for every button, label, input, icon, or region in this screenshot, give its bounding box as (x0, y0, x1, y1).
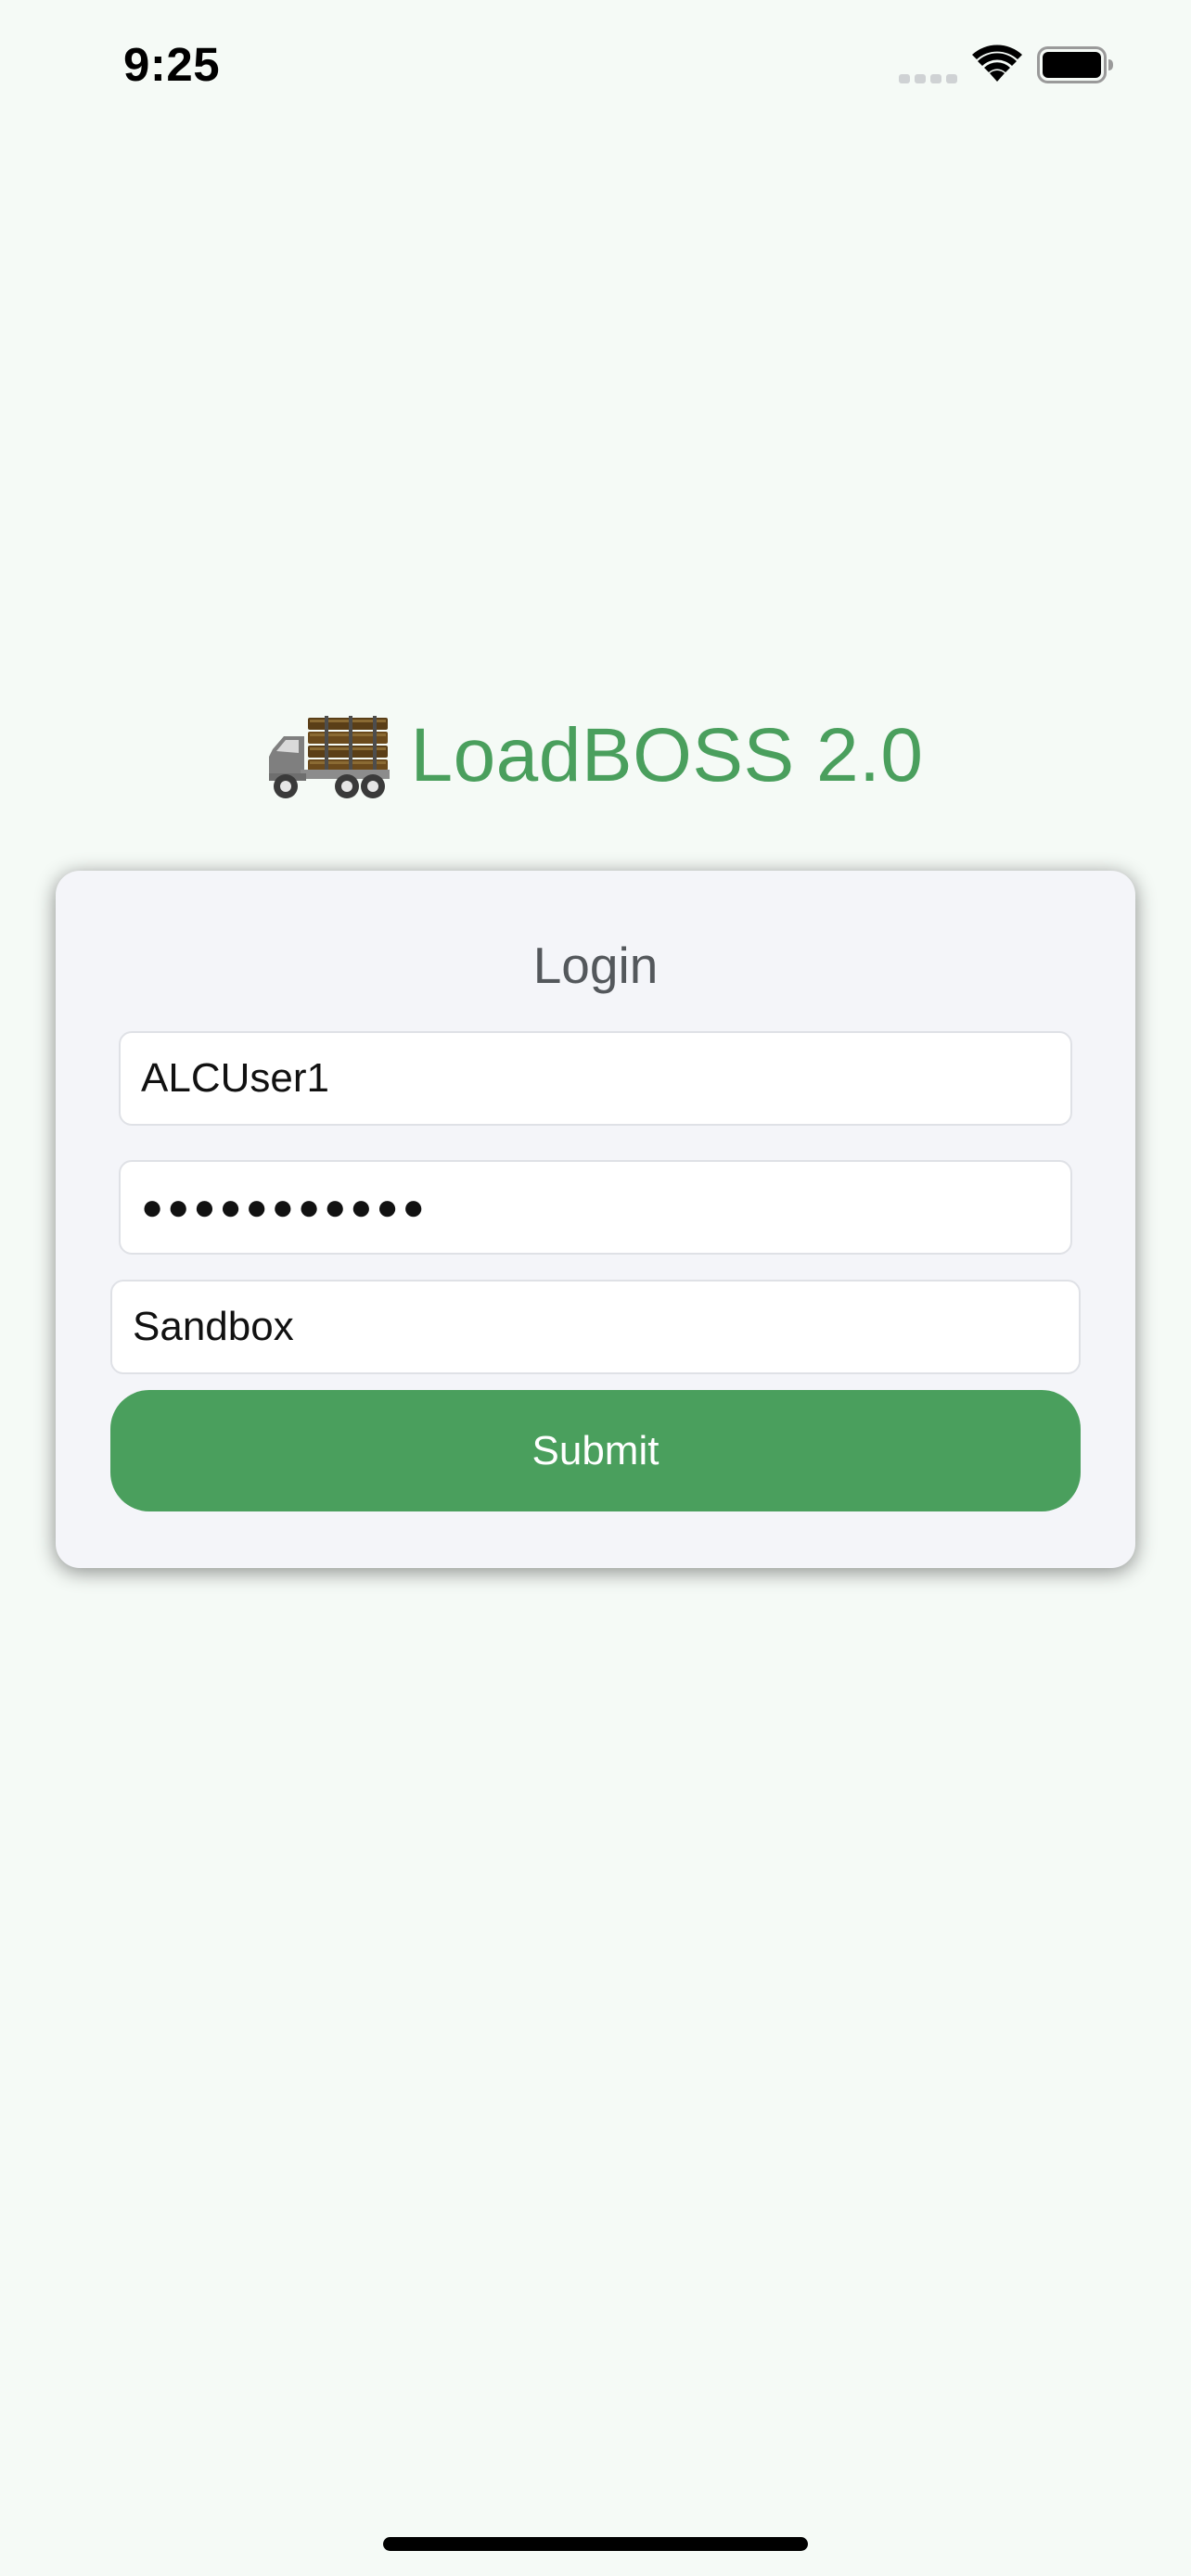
login-heading: Login (532, 937, 659, 994)
username-input[interactable]: ALCUser1 (119, 1031, 1072, 1126)
password-input[interactable]: ●●●●●●●●●●● (119, 1160, 1072, 1255)
wifi-icon (972, 45, 1022, 82)
login-card: Login ALCUser1 ●●●●●●●●●●● Sandbox Submi… (56, 871, 1135, 1568)
home-indicator[interactable] (383, 2537, 808, 2551)
submit-button[interactable]: Submit (110, 1390, 1081, 1511)
password-value: ●●●●●●●●●●● (141, 1186, 429, 1228)
environment-value: Sandbox (133, 1304, 294, 1349)
app-title: LoadBOSS 2.0 (410, 713, 924, 797)
logging-truck-icon (269, 716, 391, 798)
username-value: ALCUser1 (141, 1055, 329, 1101)
cellular-signal-icon (899, 74, 957, 83)
environment-select[interactable]: Sandbox (110, 1280, 1081, 1374)
app-header: LoadBOSS 2.0 (0, 705, 1191, 807)
status-time: 9:25 (123, 38, 221, 91)
status-bar: 9:25 (0, 0, 1191, 139)
battery-icon (1037, 46, 1113, 83)
